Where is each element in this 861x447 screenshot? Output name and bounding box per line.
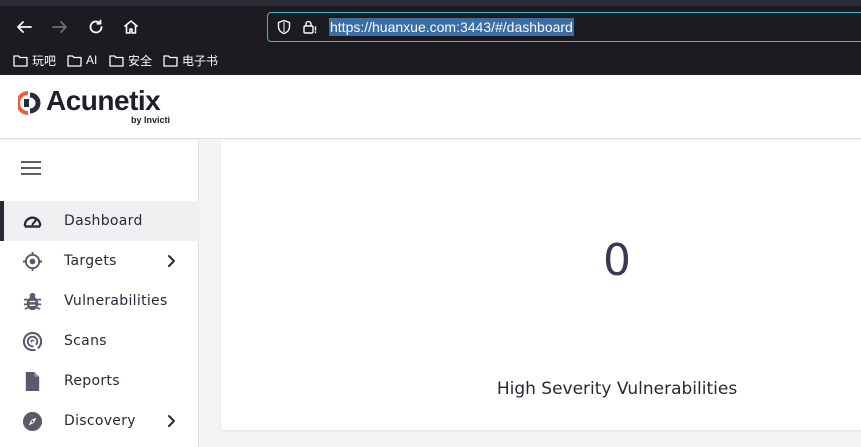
high-severity-count[interactable]: 0 [221,235,861,286]
browser-toolbar: https://huanxue.com:3443/#/dashboard 玩吧 … [0,0,861,75]
menu-toggle-button[interactable] [21,160,43,176]
app-header: Acunetix by Invicti [0,75,861,139]
url-text[interactable]: https://huanxue.com:3443/#/dashboard [329,18,574,36]
bookmark-folder[interactable]: AI [67,52,97,68]
sidebar-item-targets[interactable]: Targets [0,241,199,281]
folder-icon [163,54,178,67]
bug-icon [21,290,43,312]
url-bar[interactable]: https://huanxue.com:3443/#/dashboard [267,12,861,42]
sidebar-item-reports[interactable]: Reports [0,361,199,401]
reload-icon [89,19,103,34]
chevron-right-icon [168,255,175,267]
sidebar-item-label: Reports [64,373,120,389]
sidebar-item-label: Scans [64,333,107,349]
sidebar-item-discovery[interactable]: Discovery [0,401,199,441]
bookmark-label: 安全 [128,53,153,68]
shield-icon[interactable] [276,19,292,35]
compass-icon [21,410,43,432]
bookmark-folder[interactable]: 安全 [109,52,152,68]
bookmark-label: 电子书 [182,53,219,68]
arrow-right-icon [52,21,67,33]
main-content: 0 High Severity Vulnerabilities [199,140,861,447]
arrow-left-icon [17,21,32,33]
home-icon [123,20,139,34]
sidebar-item-label: Targets [64,253,117,269]
chevron-right-icon [168,415,175,427]
hamburger-icon [21,161,41,163]
sidebar-item-scans[interactable]: Scans [0,321,199,361]
folder-icon [109,54,124,67]
forward-button[interactable] [48,15,72,39]
brand-name: Acunetix [46,85,161,116]
sidebar-item-label: Vulnerabilities [64,293,168,309]
folder-icon [13,54,28,67]
document-icon [21,370,43,392]
bookmarks-bar: 玩吧 AI 安全 电子书 [0,48,861,72]
sidebar-item-label: Discovery [64,413,136,429]
sidebar-item-vulnerabilities[interactable]: Vulnerabilities [0,281,199,321]
sidebar: Dashboard Targets Vulnerabilities Scans … [0,140,199,447]
bookmark-label: AI [86,53,98,67]
radar-icon [21,330,43,352]
lock-warning-icon[interactable] [302,19,318,35]
folder-icon [67,54,82,67]
high-severity-label: High Severity Vulnerabilities [496,379,738,399]
sidebar-item-dashboard[interactable]: Dashboard [0,201,199,241]
back-button[interactable] [12,15,36,39]
sidebar-item-label: Dashboard [64,213,143,229]
reload-button[interactable] [84,15,108,39]
gauge-icon [21,210,43,232]
high-severity-card[interactable]: 0 High Severity Vulnerabilities [221,140,861,430]
acunetix-logo-icon [18,91,41,115]
home-button[interactable] [119,15,143,39]
tab-strip [0,0,861,6]
brand-subtitle: by Invicti [131,115,171,125]
bookmark-folder[interactable]: 玩吧 [13,52,56,68]
bookmark-label: 玩吧 [32,53,57,68]
crosshair-icon [21,250,43,272]
bookmark-folder[interactable]: 电子书 [163,52,218,68]
